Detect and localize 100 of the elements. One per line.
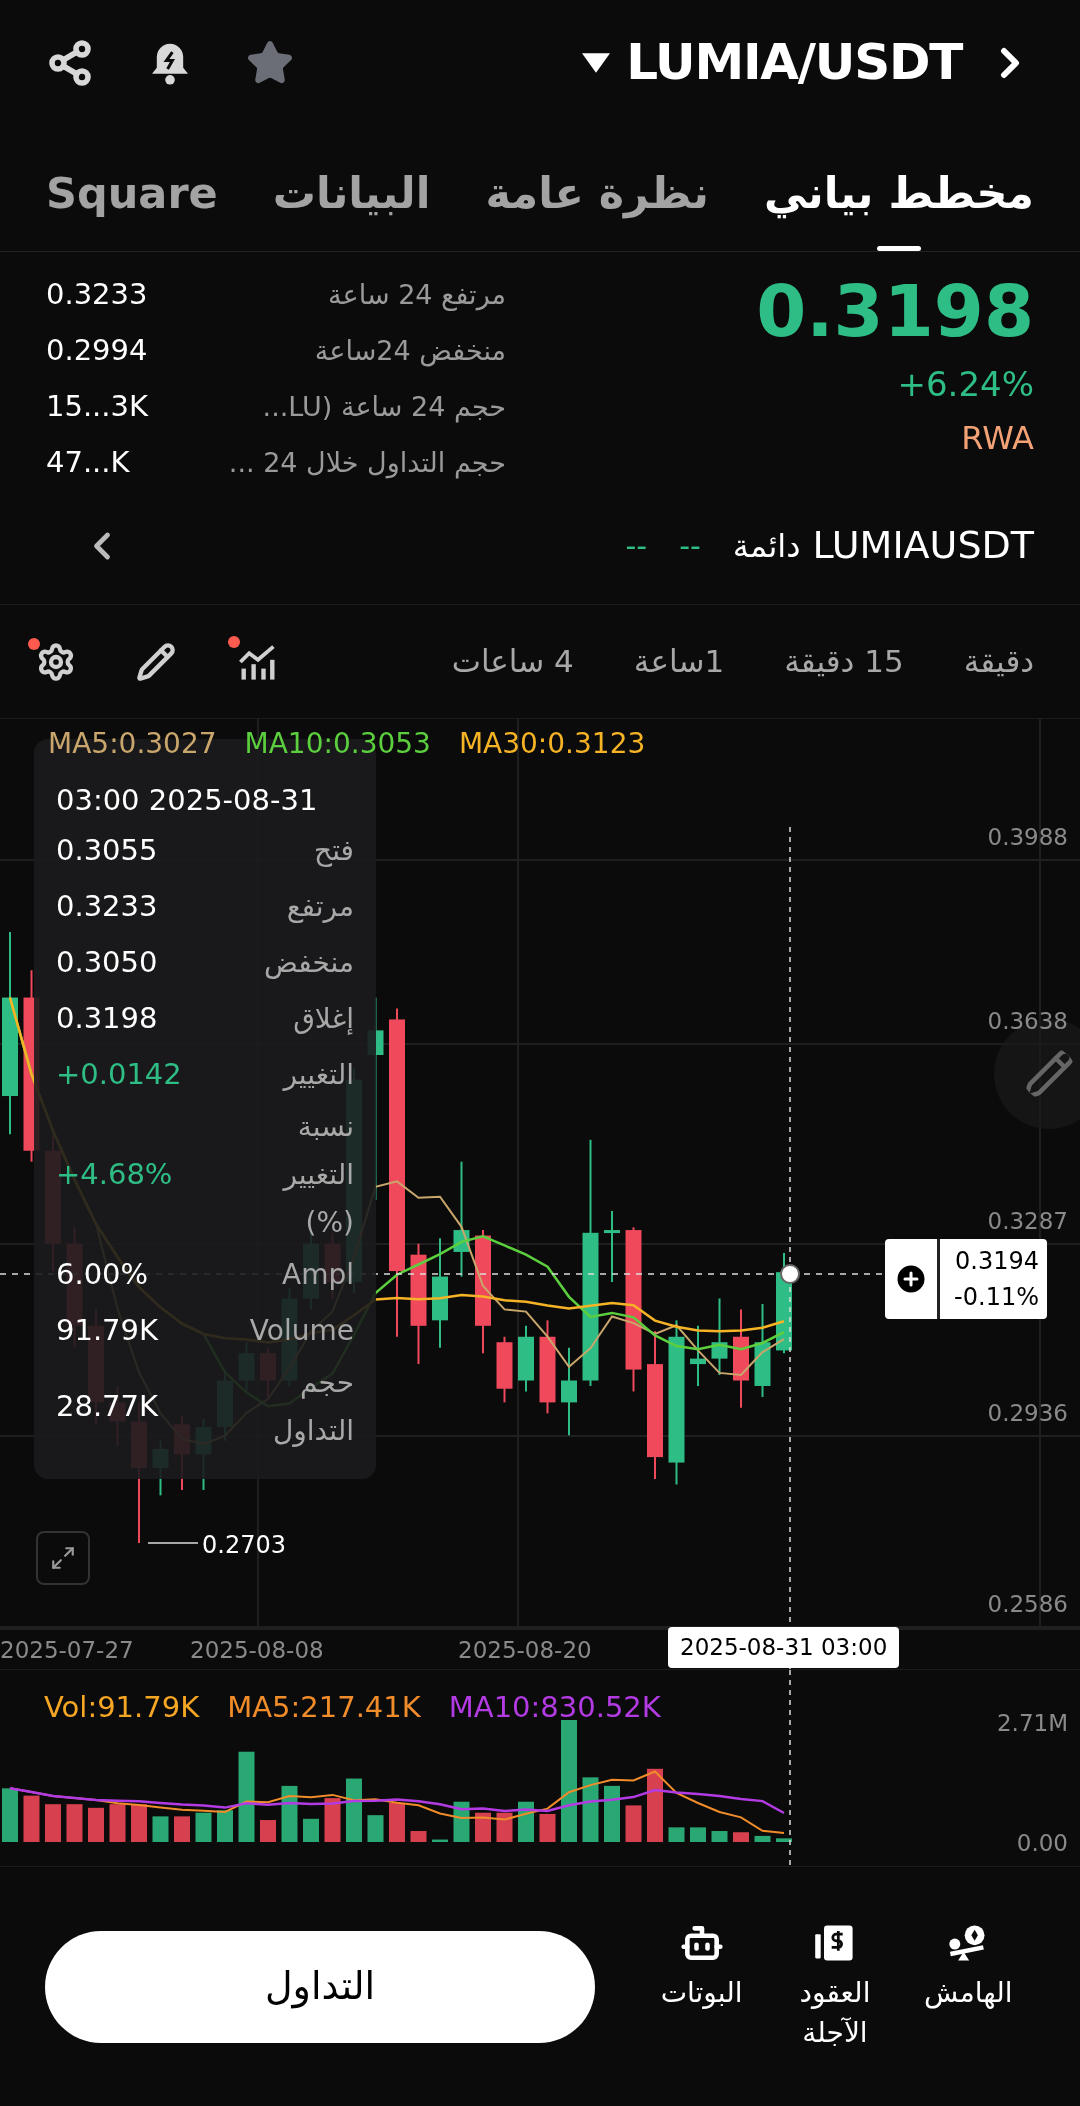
volume-bar (217, 1810, 233, 1842)
tab[interactable]: Square (46, 161, 218, 251)
price-axis-label: 0.2586 (987, 1590, 1068, 1619)
tooltip-label: Ampl (281, 1257, 354, 1293)
tooltip-value: +4.68% (56, 1156, 173, 1194)
low-price-label: 0.2703 (202, 1530, 286, 1561)
volume-bar (260, 1820, 276, 1842)
volume-bar (754, 1835, 771, 1842)
price-axis-label: 0.3287 (987, 1207, 1068, 1236)
leader-line (147, 1542, 199, 1544)
volume-bar (88, 1807, 104, 1842)
volume-bar (45, 1804, 61, 1842)
volume-bar (281, 1785, 298, 1842)
volume-bar (733, 1832, 749, 1842)
caret-down-icon[interactable] (582, 52, 611, 73)
interval-tab[interactable]: 15 دقيقة (784, 638, 904, 685)
volume-bar (367, 1815, 384, 1842)
volume-bar (324, 1798, 341, 1842)
volume-bar (152, 1816, 169, 1842)
tab[interactable]: مخطط بياني (764, 161, 1034, 251)
share-icon[interactable] (46, 38, 94, 87)
volume-bar (475, 1812, 491, 1842)
pencil-icon[interactable] (136, 641, 176, 682)
nav-item[interactable]: الهامش (903, 1920, 1034, 2013)
volume-bar (625, 1805, 642, 1842)
price-tag[interactable]: 0.3194 -0.11% (885, 1239, 1047, 1319)
tooltip-label: التغيير (281, 1057, 354, 1093)
volume-bar (410, 1831, 427, 1842)
trade-button[interactable]: التداول (45, 1930, 595, 2043)
volume-bar (2, 1788, 18, 1842)
volume-bar (604, 1785, 620, 1842)
stat-value: 0.3233 (46, 276, 148, 314)
volume-bar (346, 1778, 362, 1842)
stat-value: 0.2994 (46, 332, 148, 370)
expand-icon[interactable] (36, 1531, 90, 1585)
volume-bar (195, 1812, 212, 1842)
volume-bar (776, 1838, 792, 1842)
tab[interactable]: البيانات (272, 161, 431, 251)
volume-bar (496, 1812, 513, 1842)
date-axis-label: 2025-08-20 (458, 1636, 592, 1665)
tooltip-value: 0.3055 (56, 832, 158, 870)
volume-bar (539, 1813, 556, 1842)
pair-title[interactable]: LUMIA/USDT (626, 25, 962, 100)
tooltip-label: إغلاق (292, 1001, 354, 1037)
volume-legend: MA5:217.41K (227, 1686, 421, 1730)
nav-item[interactable]: العقود الآجلة (770, 1920, 900, 2053)
price-axis-label: 0.3988 (987, 823, 1068, 852)
tooltip-label: Volume (248, 1313, 354, 1349)
volume-bar (711, 1831, 728, 1842)
tooltip-value: 28.77K (56, 1388, 159, 1426)
volume-legend: MA10:830.52K (448, 1686, 661, 1730)
tooltip-value: 91.79K (56, 1312, 159, 1350)
interval-tab[interactable]: 1ساعة (633, 638, 725, 685)
candlestick (518, 1324, 534, 1393)
stat-label: حجم التداول خلال 24 ... (228, 445, 506, 481)
price-change: +6.24% (897, 363, 1034, 407)
volume-bar (109, 1804, 126, 1842)
tooltip-value: 0.3233 (56, 888, 158, 926)
contract-value: -- (625, 527, 648, 565)
volume-bar (690, 1827, 706, 1842)
date-axis-label: 2025-07-27 (0, 1636, 134, 1665)
interval-tab[interactable]: دقيقة (963, 638, 1034, 685)
volume-bar (303, 1818, 319, 1842)
volume-bar (582, 1777, 599, 1842)
tooltip-label: مرتفع (285, 889, 354, 925)
last-price: 0.3198 (756, 272, 1034, 352)
ma-legend: MA5:0.3027 (48, 727, 217, 761)
settings-icon[interactable] (36, 641, 76, 682)
stat-label: حجم 24 ساعة (LU... (262, 389, 506, 425)
tab[interactable]: نظرة عامة (485, 161, 709, 251)
contract-symbol[interactable]: LUMIAUSDT (812, 517, 1034, 574)
crosshair-date-label: 2025-08-31 03:00 (668, 1627, 900, 1668)
ma-legend: MA30:0.3123 (458, 727, 646, 761)
volume-bar (23, 1795, 40, 1842)
tooltip-label: فتح (313, 833, 354, 869)
contract-value: -- (679, 527, 701, 565)
nav-item[interactable]: البوتات (636, 1920, 767, 2013)
volume-bar (518, 1801, 534, 1842)
tooltip-label: نسبة التغيير (%) (281, 1109, 354, 1241)
ma-legend: MA10:0.3053 (244, 727, 431, 761)
volume-legend: Vol:91.79K (44, 1686, 200, 1730)
contract-type: دائمة (732, 525, 801, 567)
stat-label: منخفض 24ساعة (314, 333, 506, 369)
volume-bar (432, 1839, 448, 1842)
candlestick (496, 1335, 513, 1404)
tooltip-label: منخفض (263, 945, 354, 981)
tooltip-value: 6.00% (56, 1256, 149, 1294)
stat-value: 15...3K (46, 388, 149, 426)
candlestick (690, 1324, 706, 1387)
tag-change: -0.11% (954, 1282, 1039, 1313)
crosshair-dot (780, 1264, 800, 1284)
volume-bar (131, 1804, 147, 1842)
tag-price: 0.3194 (955, 1246, 1039, 1277)
volume-axis-label: 0.00 (1016, 1829, 1068, 1858)
volume-axis-label: 2.71M (996, 1709, 1068, 1738)
volume-bar (174, 1816, 190, 1842)
volume-bar (66, 1804, 83, 1842)
tooltip-value: 0.3050 (56, 944, 158, 982)
interval-tab[interactable]: 4 ساعات (451, 638, 574, 685)
date-axis-label: 2025-08-08 (190, 1636, 324, 1665)
